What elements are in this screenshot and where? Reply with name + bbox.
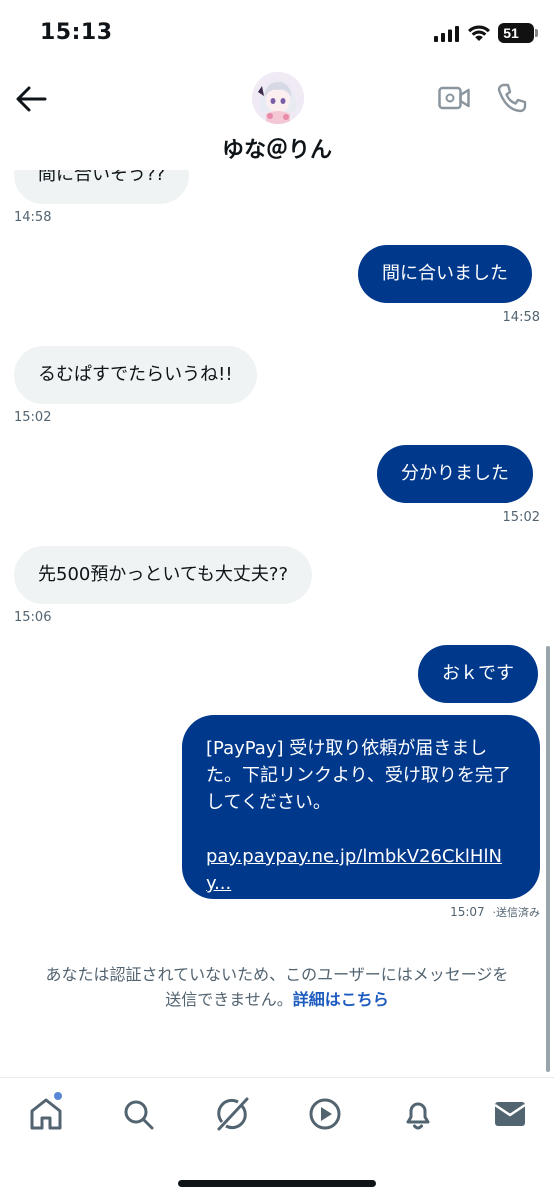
message-bubble-outgoing: 分かりました [377, 445, 533, 503]
message-time: 14:58 [14, 210, 52, 225]
message-bubble-incoming: 先500預かっといても大丈夫?? [14, 546, 313, 604]
message-status-line: 15:07 ·送信済み [450, 904, 540, 920]
scrollbar[interactable] [546, 646, 550, 1072]
chat-header: ゆな＠りん [0, 70, 554, 170]
avatar[interactable] [252, 72, 304, 124]
message-time: 15:06 [14, 610, 52, 625]
notification-dot [54, 1092, 62, 1100]
back-arrow-icon[interactable] [14, 84, 48, 114]
message-bubble-outgoing: 間に合いました [358, 245, 532, 303]
message-time: 15:02 [502, 510, 540, 525]
bell-icon[interactable] [400, 1096, 436, 1132]
grok-icon[interactable] [214, 1096, 250, 1132]
contact-name[interactable]: ゆな＠りん [0, 132, 554, 164]
search-icon[interactable] [120, 1096, 156, 1132]
video-icon[interactable] [307, 1096, 343, 1132]
home-indicator[interactable] [178, 1180, 376, 1187]
home-icon[interactable] [28, 1096, 64, 1132]
paypay-message-text: [PayPay] 受け取り依頼が届きました。下記リンクより、受け取りを完了してく… [206, 738, 511, 813]
message-sent-status: ·送信済み [492, 906, 541, 919]
notice-line-2: 送信できません。詳細はこちら [0, 987, 554, 1012]
video-call-icon[interactable] [438, 84, 470, 112]
notice-line-1: あなたは認証されていないため、このユーザーにはメッセージを [45, 965, 509, 984]
avatar-image [252, 72, 304, 124]
message-time: 14:58 [502, 310, 540, 325]
paypay-link[interactable]: pay.paypay.ne.jp/lmbkV26CklHlNy... [206, 843, 518, 897]
unverified-notice: あなたは認証されていないため、このユーザーにはメッセージを 送信できません。詳細… [0, 962, 554, 1012]
details-link[interactable]: 詳細はこちら [293, 990, 389, 1009]
phone-icon[interactable] [496, 82, 528, 114]
paypay-message-bubble: [PayPay] 受け取り依頼が届きました。下記リンクより、受け取りを完了してく… [182, 715, 540, 899]
message-bubble-outgoing: おｋです [418, 645, 538, 703]
notice-text: 送信できません。 [165, 990, 293, 1009]
message-bubble-incoming: るむぱすでたらいうね!! [14, 346, 257, 404]
mail-icon[interactable] [492, 1096, 528, 1132]
message-time: 15:02 [14, 410, 52, 425]
message-time: 15:07 [450, 905, 485, 919]
